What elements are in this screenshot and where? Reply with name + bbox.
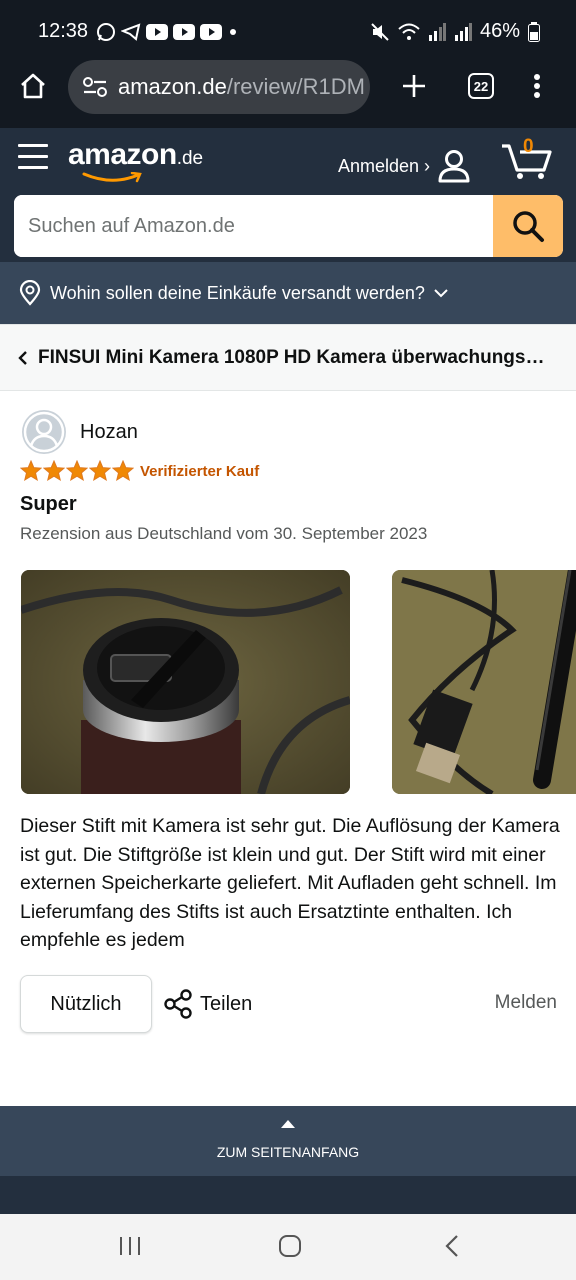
youtube-icon: [173, 24, 195, 40]
cart-button[interactable]: 0: [500, 136, 554, 180]
review-title: Super: [20, 493, 77, 515]
delivery-location-bar[interactable]: Wohin sollen deine Einkäufe versandt wer…: [0, 262, 576, 324]
youtube-icon: [200, 24, 222, 40]
browser-toolbar: amazon.de/review/R1DM 22: [0, 58, 576, 128]
back-to-top-label: ZUM SEITENANFANG: [216, 1144, 360, 1160]
home-button[interactable]: [13, 66, 53, 106]
chevron-left-icon: [18, 350, 27, 365]
home-circle-icon: [279, 1235, 301, 1257]
browser-menu-button[interactable]: [517, 66, 557, 106]
status-time: 12:38: [38, 20, 89, 42]
verified-purchase-badge: Verifizierter Kauf: [140, 463, 260, 480]
signin-link[interactable]: Anmelden ›: [338, 148, 472, 184]
pen-and-card-reader-photo: [392, 570, 576, 794]
delivery-prompt: Wohin sollen deine Einkäufe versandt wer…: [50, 282, 425, 303]
star-icon: [112, 460, 134, 482]
youtube-icon: [146, 24, 168, 40]
footer: [0, 1176, 576, 1214]
caret-up-icon: [281, 1120, 295, 1128]
home-nav-button[interactable]: [278, 1234, 302, 1263]
recent-apps-icon: [120, 1237, 140, 1255]
back-button[interactable]: [442, 1234, 462, 1263]
back-arrow-icon: [445, 1235, 458, 1257]
site-settings-icon: [83, 77, 107, 97]
plus-icon: [403, 75, 425, 97]
new-tab-button[interactable]: [394, 66, 434, 106]
more-vertical-icon: [534, 74, 540, 98]
avatar: [22, 410, 66, 454]
whatsapp-icon: [97, 23, 115, 41]
user-icon: [438, 150, 470, 183]
logo-tld: .de: [176, 148, 204, 169]
home-icon: [21, 73, 45, 99]
search-input[interactable]: [14, 195, 493, 257]
helpful-button[interactable]: Nützlich: [20, 975, 152, 1033]
tab-count: 22: [468, 73, 494, 99]
battery-level: 46%: [479, 20, 520, 42]
review-photo[interactable]: [392, 570, 576, 794]
star-icon: [20, 460, 42, 482]
notification-icons: [96, 22, 239, 42]
status-right: 46%: [370, 20, 540, 43]
url-text: amazon.de/review/R1DM: [118, 74, 365, 100]
review-meta: Rezension aus Deutschland vom 30. Septem…: [20, 524, 428, 543]
search-bar: [14, 195, 563, 257]
url-domain: amazon.de: [118, 74, 227, 99]
mute-icon: [371, 22, 389, 41]
chevron-down-icon: [434, 289, 448, 298]
menu-icon-bar: [18, 166, 48, 169]
share-icon: [164, 989, 192, 1019]
logo-wordmark: amazon: [68, 138, 177, 171]
review-photo[interactable]: [21, 570, 350, 794]
review-body: Dieser Stift mit Kamera ist sehr gut. Di…: [20, 815, 560, 952]
star-icon: [89, 460, 111, 482]
status-bar: 12:38 46%: [0, 0, 576, 62]
wifi-icon: [398, 23, 420, 40]
star-rating: [20, 460, 134, 482]
product-title-link[interactable]: FINSUI Mini Kamera 1080P HD Kamera überw…: [38, 347, 550, 369]
location-pin-icon: [19, 280, 41, 306]
signal-icon: [428, 22, 446, 41]
menu-icon-bar: [18, 155, 48, 158]
tab-switcher-button[interactable]: 22: [461, 66, 501, 106]
telegram-icon: [121, 23, 141, 41]
share-label: Teilen: [200, 992, 253, 1015]
star-icon: [66, 460, 88, 482]
product-breadcrumb[interactable]: FINSUI Mini Kamera 1080P HD Kamera überw…: [0, 324, 576, 391]
star-icon: [43, 460, 65, 482]
amazon-logo[interactable]: amazon.de: [68, 138, 204, 183]
url-path: /review/R1DM: [226, 74, 365, 99]
address-bar[interactable]: amazon.de/review/R1DM: [68, 60, 370, 114]
back-to-top-button[interactable]: ZUM SEITENANFANG: [0, 1106, 576, 1176]
default-avatar-icon: [23, 411, 65, 453]
battery-icon: [528, 21, 540, 42]
menu-button[interactable]: [18, 144, 48, 172]
search-button[interactable]: [493, 195, 563, 257]
search-icon: [513, 211, 544, 242]
system-navigation-bar: [0, 1214, 576, 1280]
site-header: amazon.de Anmelden › 0: [0, 128, 576, 262]
signal-icon: [454, 22, 472, 41]
signin-label: Anmelden ›: [338, 155, 431, 176]
share-button[interactable]: Teilen: [162, 988, 252, 1020]
notification-dot-icon: [230, 29, 236, 35]
review-author[interactable]: Hozan: [80, 421, 138, 444]
recent-apps-button[interactable]: [118, 1234, 142, 1263]
report-link[interactable]: Melden: [495, 992, 557, 1014]
smile-arrow-icon: [82, 172, 142, 183]
cart-count: 0: [523, 136, 534, 157]
camera-pen-photo: [21, 570, 350, 794]
menu-icon-bar: [18, 144, 48, 147]
